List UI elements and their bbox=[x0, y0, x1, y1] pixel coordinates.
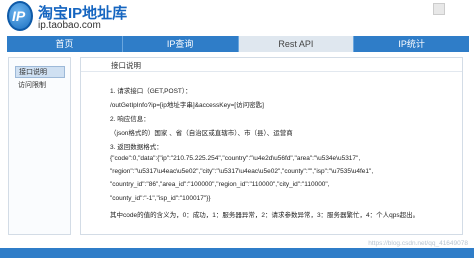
content-line: 其中code的值的含义为，0：成功，1：服务器异常，2：请求参数异常，3：服务器… bbox=[110, 212, 420, 219]
nav-item-home[interactable]: 首页 bbox=[7, 36, 123, 52]
site-url: ip.taobao.com bbox=[38, 20, 101, 31]
sidebar-item-interface-desc[interactable]: 接口说明 bbox=[15, 66, 65, 78]
page-title: 接口说明 bbox=[111, 61, 141, 70]
watermark: https://blog.csdn.net/qq_41649078 bbox=[368, 240, 468, 247]
content-line: 1. 请求接口（GET,POST）： bbox=[110, 88, 192, 95]
logo-glyph: IP bbox=[12, 8, 26, 24]
content-line: /outGetIpInfo?ip=[ip地址字串]&accessKey=[访问密… bbox=[110, 102, 264, 109]
sidebar: 接口说明 访问限制 bbox=[8, 57, 71, 235]
nav-item-ip-stats[interactable]: IP统计 bbox=[354, 36, 469, 52]
content-line: "county_id":"-1","isp_id":"100017"}} bbox=[110, 195, 211, 202]
top-corner-button[interactable] bbox=[433, 3, 445, 15]
logo-icon[interactable]: IP bbox=[7, 1, 33, 31]
main-header: 接口说明 bbox=[81, 58, 462, 72]
content-line: 2. 响应信息： bbox=[110, 116, 150, 123]
content-line: （json格式的）国家 、省（自治区或直辖市）、市（县）、运营商 bbox=[110, 130, 293, 137]
sidebar-item-access-limit[interactable]: 访问限制 bbox=[15, 80, 65, 92]
content-line: "region":"\u5317\u4eac\u5e02","city":"\u… bbox=[110, 168, 374, 175]
nav-item-ip-query[interactable]: IP查询 bbox=[123, 36, 239, 52]
main-content: 接口说明 1. 请求接口（GET,POST）： /outGetIpInfo?ip… bbox=[80, 57, 463, 235]
content-line: 3. 返回数据格式： bbox=[110, 144, 163, 151]
header: IP 淘宝IP地址库 ip.taobao.com bbox=[0, 0, 474, 36]
content-line: {"code":0,"data":{"ip":"210.75.225.254",… bbox=[110, 155, 361, 162]
content-line: "country_id":"86","area_id":"100000","re… bbox=[110, 181, 330, 188]
main-nav: 首页 IP查询 Rest API IP统计 bbox=[7, 36, 469, 52]
bottom-bar bbox=[0, 248, 474, 258]
nav-item-rest-api[interactable]: Rest API bbox=[238, 36, 355, 52]
